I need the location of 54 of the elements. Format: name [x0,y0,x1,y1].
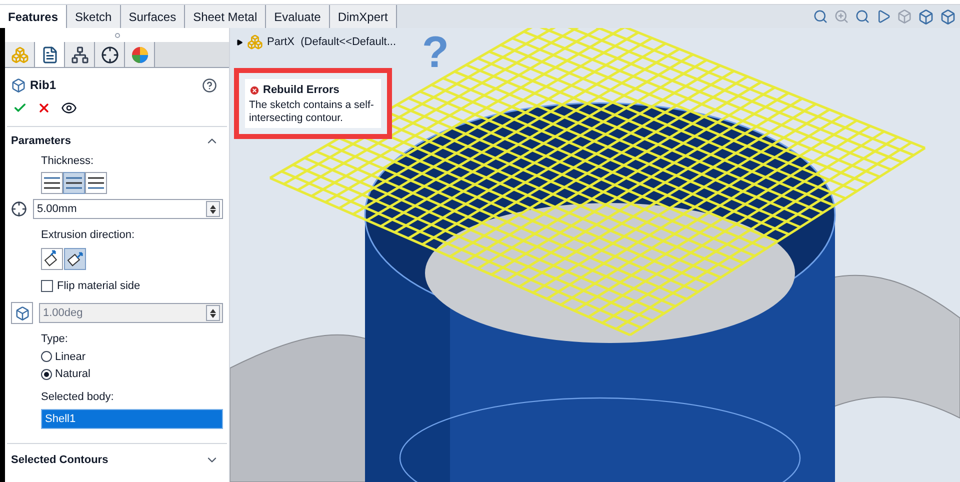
ribbon-tab[interactable]: Features [0,5,68,28]
section-title: Selected Contours [11,453,108,468]
field-label: Thickness: [41,154,95,168]
section-title: Parameters [11,134,71,149]
panel-tab[interactable] [65,42,95,67]
direction-toggle[interactable] [64,248,86,270]
arrow-icon[interactable] [876,9,891,24]
crosshair-icon [100,46,118,64]
feature-title: Rib1 [30,77,56,94]
spin-buttons[interactable] [206,201,220,217]
part-icon [247,34,263,50]
tree-item[interactable]: PartX (Default<<Default... [267,34,396,50]
ribbon-tab[interactable]: Sheet Metal [185,5,266,28]
thickness-toggle[interactable] [63,172,85,194]
panel-tab[interactable] [95,42,125,67]
thickness-field[interactable]: 5.00mm [33,199,223,219]
thickness-lines-icon [65,175,83,191]
ok-icon[interactable] [13,101,27,115]
radio-button[interactable] [41,351,52,362]
grip-icon[interactable] [114,32,120,38]
color-wheel-icon [130,46,148,64]
thickness-lines-icon [87,175,105,191]
help-marker: ? [422,28,449,79]
search-icon[interactable] [813,9,828,24]
expand-arrow-icon[interactable] [236,38,243,46]
radio-label: Natural [55,367,90,382]
checkbox[interactable] [41,280,53,292]
cube-icon[interactable] [918,8,934,24]
selected-body-field[interactable]: Shell1 [41,409,223,429]
field-label: Extrusion direction: [41,228,136,243]
ribbon-tab[interactable]: Evaluate [266,5,330,28]
direction-toggle[interactable] [41,248,63,270]
help-icon[interactable] [202,78,217,92]
thickness-toggle[interactable] [41,172,63,194]
cancel-icon[interactable] [37,101,51,115]
tree-icon [70,46,88,64]
thickness-toggle[interactable] [85,172,107,194]
ribbon-tab[interactable]: Sketch [67,5,121,28]
ribbon-tab[interactable]: Surfaces [120,5,186,28]
tooltip-message: The sketch contains a self-intersecting contour. [249,98,375,124]
error-icon [249,84,260,96]
ribbon-tab[interactable]: DimXpert [330,5,397,28]
part-icon [10,46,28,64]
radio-button[interactable] [41,368,52,380]
draft-button[interactable] [11,302,33,324]
thickness-lines-icon [43,175,61,191]
tooltip-title: Rebuild Errors [263,83,340,98]
panel-tab[interactable] [35,42,65,67]
field-label: Type: [41,332,69,347]
preview-icon[interactable] [61,100,77,116]
list-icon [40,46,58,64]
field-label: Selected body: [41,390,115,404]
radio-label: Linear [55,350,86,364]
checkbox-label: Flip material side [57,278,140,294]
